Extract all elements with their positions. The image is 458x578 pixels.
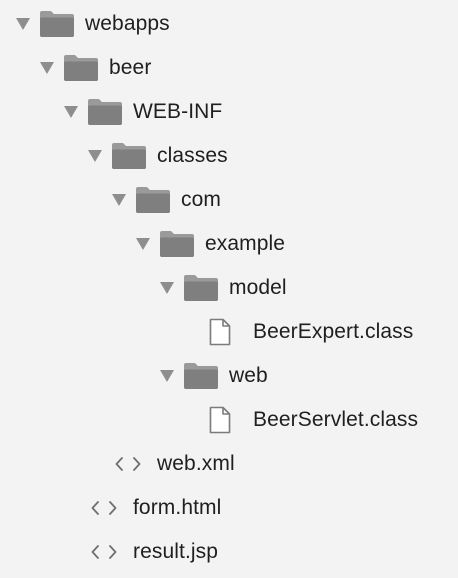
folder-icon <box>183 362 219 390</box>
disclosure-triangle-icon[interactable] <box>87 149 103 163</box>
tree-item-label: BeerExpert.class <box>253 320 414 343</box>
tree-item-label: WEB-INF <box>133 100 223 123</box>
disclosure-triangle-icon[interactable] <box>159 281 175 295</box>
tree-item-label: model <box>229 276 287 299</box>
tree-item-beerservlet-class[interactable]: BeerServlet.class <box>0 398 458 442</box>
tree-item-label: web.xml <box>157 452 235 475</box>
tree-item-label: example <box>205 232 286 255</box>
disclosure-triangle-icon[interactable] <box>159 369 175 383</box>
tree-item-label: form.html <box>133 496 222 519</box>
file-tree: webapps beer WEB-INF classes com example… <box>0 0 458 578</box>
tree-item-classes[interactable]: classes <box>0 134 458 178</box>
folder-icon <box>135 186 171 214</box>
tree-item-model[interactable]: model <box>0 266 458 310</box>
disclosure-triangle-icon[interactable] <box>63 105 79 119</box>
folder-icon <box>63 54 99 82</box>
file-icon <box>209 318 231 346</box>
tree-item-label: beer <box>109 56 152 79</box>
tree-item-com[interactable]: com <box>0 178 458 222</box>
tree-item-label: web <box>229 364 268 387</box>
disclosure-triangle-icon[interactable] <box>15 17 31 31</box>
code-file-icon <box>91 543 117 561</box>
folder-icon <box>111 142 147 170</box>
folder-icon <box>87 98 123 126</box>
tree-item-label: classes <box>157 144 228 167</box>
disclosure-triangle-icon[interactable] <box>135 237 151 251</box>
tree-item-web-inf[interactable]: WEB-INF <box>0 90 458 134</box>
file-icon <box>209 406 231 434</box>
tree-item-web-xml[interactable]: web.xml <box>0 442 458 486</box>
folder-icon <box>39 10 75 38</box>
tree-item-label: result.jsp <box>133 540 219 563</box>
disclosure-triangle-icon[interactable] <box>111 193 127 207</box>
tree-item-webapps[interactable]: webapps <box>0 2 458 46</box>
tree-item-beer[interactable]: beer <box>0 46 458 90</box>
folder-icon <box>183 274 219 302</box>
tree-item-result-jsp[interactable]: result.jsp <box>0 530 458 574</box>
code-file-icon <box>115 455 141 473</box>
tree-item-example[interactable]: example <box>0 222 458 266</box>
code-file-icon <box>91 499 117 517</box>
disclosure-triangle-icon[interactable] <box>39 61 55 75</box>
folder-icon <box>159 230 195 258</box>
tree-item-label: com <box>181 188 221 211</box>
tree-item-form-html[interactable]: form.html <box>0 486 458 530</box>
tree-item-beerexpert-class[interactable]: BeerExpert.class <box>0 310 458 354</box>
tree-item-label: BeerServlet.class <box>253 408 419 431</box>
tree-item-label: webapps <box>85 12 170 35</box>
tree-item-web[interactable]: web <box>0 354 458 398</box>
